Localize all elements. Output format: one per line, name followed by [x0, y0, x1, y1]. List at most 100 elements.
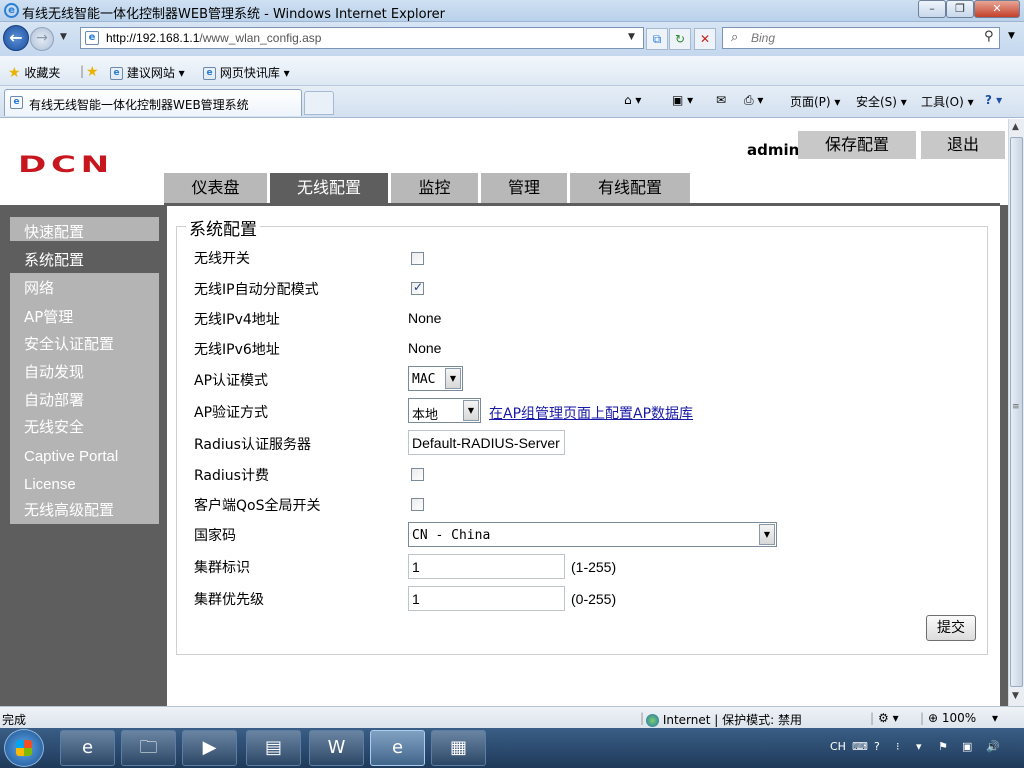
vertical-scrollbar[interactable]: ▲ ≡ ▼	[1008, 119, 1024, 706]
compatibility-view-icon[interactable]: ⧉	[646, 28, 668, 50]
protected-mode-icon[interactable]: ⚙ ▾	[878, 711, 899, 725]
maximize-button[interactable]: ❐	[946, 0, 974, 18]
tab-monitor[interactable]: 监控	[391, 173, 478, 204]
taskbar-word-icon[interactable]: W	[309, 730, 364, 766]
address-dropdown-icon[interactable]: ▼	[628, 32, 635, 42]
cluster-id-input[interactable]: 1	[408, 554, 565, 579]
favorites-button[interactable]: ★ 收藏夹	[8, 64, 60, 81]
scroll-up-icon[interactable]: ▲	[1012, 122, 1019, 132]
mail-icon[interactable]: ✉	[716, 93, 726, 107]
refresh-icon[interactable]: ↻	[669, 28, 691, 50]
new-tab-button[interactable]	[304, 91, 334, 115]
suggested-sites-link[interactable]: e 建议网站 ▾	[110, 64, 185, 81]
sidebar-item-system-config[interactable]: 系统配置	[10, 246, 159, 274]
ip-auto-checkbox[interactable]	[411, 280, 424, 295]
taskbar-explorer-icon[interactable]: 🗀	[121, 730, 176, 766]
sidebar-item-quick-config[interactable]: 快速配置	[10, 217, 159, 241]
separator: |	[640, 711, 645, 725]
zoom-dropdown-icon[interactable]: ▾	[992, 711, 998, 725]
zoom-control[interactable]: ⊕ 100%	[928, 711, 976, 725]
close-button[interactable]: ✕	[974, 0, 1020, 18]
help-icon[interactable]: ? ▾	[985, 93, 1002, 107]
chevron-down-icon[interactable]: ▼	[463, 400, 479, 421]
network-icon[interactable]: ▣	[962, 740, 972, 753]
taskbar-ie-active-icon[interactable]: e	[370, 730, 425, 766]
ipv6-value: None	[408, 340, 442, 356]
label-radius-accounting: Radius计费	[194, 468, 269, 484]
address-bar[interactable]: e http://192.168.1.1/www_wlan_config.asp	[80, 27, 644, 49]
start-button[interactable]	[4, 729, 44, 767]
tab-wireless-config[interactable]: 无线配置	[270, 173, 388, 204]
country-select[interactable]: CN - China ▼	[408, 522, 777, 547]
radius-accounting-checkbox[interactable]	[411, 468, 424, 481]
wireless-switch-checkbox[interactable]	[411, 252, 424, 265]
add-favorite-icon[interactable]: ★	[86, 64, 99, 80]
sidebar-item-license[interactable]: License	[10, 471, 159, 499]
logout-button[interactable]: 退出	[921, 131, 1005, 159]
sidebar-item-auto-deploy[interactable]: 自动部署	[10, 386, 159, 414]
chevron-down-icon[interactable]: ▼	[445, 368, 461, 389]
action-center-icon[interactable]: ⚑	[938, 740, 948, 753]
help-tray-icon[interactable]: ?	[874, 740, 880, 753]
home-icon[interactable]: ⌂ ▾	[624, 93, 641, 107]
ie-page-icon: e	[203, 67, 216, 80]
sidebar-item-ap-management[interactable]: AP管理	[10, 303, 159, 331]
language-indicator[interactable]: CH	[830, 740, 846, 753]
feeds-icon[interactable]: ▣ ▾	[672, 93, 693, 107]
ap-auth-mode-select[interactable]: MAC ▼	[408, 366, 463, 391]
qos-checkbox[interactable]	[411, 498, 424, 511]
save-config-button[interactable]: 保存配置	[798, 131, 916, 159]
taskbar-media-player-icon[interactable]: ▶	[182, 730, 237, 766]
search-go-icon[interactable]: ⚲	[984, 29, 994, 44]
label-ap-auth-mode: AP认证模式	[194, 373, 269, 389]
ap-verify-select[interactable]: 本地 ▼	[408, 398, 481, 423]
safety-menu[interactable]: 安全(S) ▾	[856, 93, 907, 110]
minimize-button[interactable]: –	[918, 0, 946, 18]
input-settings-icon[interactable]: ⁝	[896, 740, 900, 753]
label-ip-auto: 无线IP自动分配模式	[194, 282, 319, 298]
page-menu[interactable]: 页面(P) ▾	[790, 93, 840, 110]
radius-server-input[interactable]: Default-RADIUS-Server	[408, 430, 565, 455]
search-dropdown-icon[interactable]: ▼	[1008, 31, 1015, 41]
security-zone[interactable]: Internet | 保护模式: 禁用	[646, 711, 802, 728]
cluster-priority-input[interactable]: 1	[408, 586, 565, 611]
scrollbar-grip-icon: ≡	[1012, 402, 1020, 412]
sidebar-item-captive-portal[interactable]: Captive Portal	[10, 443, 159, 471]
chevron-down-icon[interactable]: ▼	[759, 524, 775, 545]
address-url[interactable]: http://192.168.1.1/www_wlan_config.asp	[106, 31, 321, 45]
taskbar-document-icon[interactable]: ▦	[431, 730, 486, 766]
taskbar-app-icon[interactable]: ▤	[246, 730, 301, 766]
tools-menu[interactable]: 工具(O) ▾	[921, 93, 974, 110]
tab-management[interactable]: 管理	[481, 173, 567, 204]
tab-dashboard[interactable]: 仪表盘	[164, 173, 267, 204]
tray-expand-icon[interactable]: ▾	[916, 740, 922, 753]
browser-tab-active[interactable]: e 有线无线智能一体化控制器WEB管理系统	[4, 89, 302, 116]
sidebar-item-wireless-security[interactable]: 无线安全	[10, 413, 159, 441]
tab-wired-config[interactable]: 有线配置	[570, 173, 690, 204]
scrollbar-thumb[interactable]	[1010, 137, 1023, 687]
taskbar-ie-icon[interactable]: e	[60, 730, 115, 766]
label-country: 国家码	[194, 528, 236, 544]
sidebar-item-advanced-config[interactable]: 无线高级配置	[10, 496, 159, 524]
stop-icon[interactable]: ✕	[694, 28, 716, 50]
ap-database-link[interactable]: 在AP组管理页面上配置AP数据库	[489, 403, 693, 423]
forward-button[interactable]: →	[30, 27, 54, 51]
status-bar: 完成 | Internet | 保护模式: 禁用 | ⚙ ▾ | ⊕ 100% …	[0, 706, 1024, 728]
volume-icon[interactable]: 🔊	[986, 740, 1000, 753]
sidebar-item-security-auth[interactable]: 安全认证配置	[10, 330, 159, 358]
scroll-down-icon[interactable]: ▼	[1012, 691, 1019, 701]
label-qos: 客户端QoS全局开关	[194, 498, 321, 514]
back-button[interactable]: ←	[3, 25, 29, 51]
sidebar-item-network[interactable]: 网络	[10, 274, 159, 302]
submit-button[interactable]: 提交	[926, 615, 976, 641]
history-dropdown-icon[interactable]: ▼	[60, 32, 67, 42]
keyboard-icon[interactable]: ⌨	[852, 740, 868, 753]
print-icon[interactable]: ⎙ ▾	[744, 93, 763, 108]
separator: |	[80, 64, 85, 78]
sidebar-item-auto-discovery[interactable]: 自动发现	[10, 358, 159, 386]
taskbar: e 🗀 ▶ ▤ W e ▦ CH ⌨ ? ⁝ ▾ ⚑ ▣ 🔊	[0, 728, 1024, 768]
search-placeholder: Bing	[751, 31, 776, 45]
search-input[interactable]: ⌕ Bing	[722, 27, 1000, 49]
web-slice-gallery-link[interactable]: e 网页快讯库 ▾	[203, 64, 290, 81]
window-titlebar: e 有线无线智能一体化控制器WEB管理系统 - Windows Internet…	[0, 0, 1024, 22]
